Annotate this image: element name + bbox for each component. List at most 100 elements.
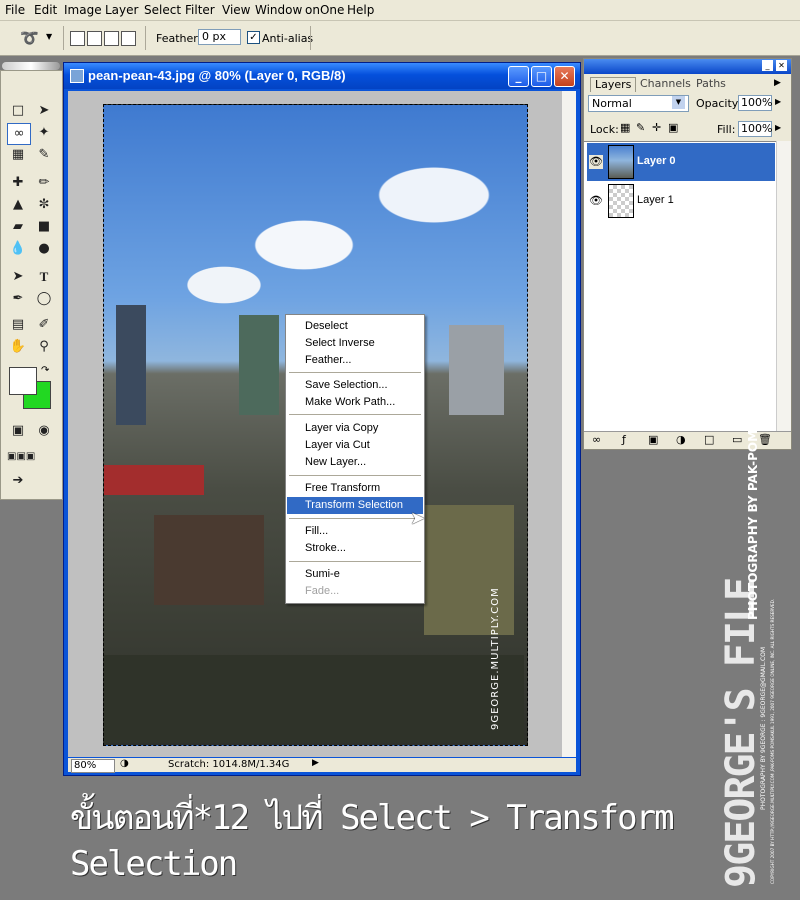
menu-layer[interactable]: Layer [105, 3, 138, 17]
visibility-eye-icon[interactable]: 👁 [589, 155, 603, 169]
lock-image-icon[interactable]: ✎ [636, 121, 645, 134]
eraser-tool-icon[interactable]: ▰ [7, 217, 29, 237]
history-brush-icon[interactable]: ✼ [33, 195, 55, 215]
path-select-icon[interactable]: ➤ [7, 267, 29, 287]
lock-transparent-icon[interactable]: ▦ [620, 121, 630, 134]
standard-mode-icon[interactable]: ▣ [7, 421, 29, 441]
screen-mode-icon[interactable]: ▣▣▣ [7, 447, 35, 467]
stamp-tool-icon[interactable]: ▲ [7, 195, 29, 215]
opacity-input[interactable]: 100% [738, 95, 772, 111]
menu-view[interactable]: View [222, 3, 250, 17]
menu-edit[interactable]: Edit [34, 3, 57, 17]
lasso-icon[interactable]: ∞ [7, 123, 31, 145]
antialias-checkbox[interactable]: ✓ [247, 31, 260, 44]
jump-to-imageready-icon[interactable]: ➔ [7, 471, 29, 491]
minimize-icon[interactable]: _ [508, 66, 529, 87]
new-group-icon[interactable]: □ [704, 433, 714, 446]
menu-bar: File Edit Image Layer Select Filter View… [0, 0, 800, 21]
blend-chevron-down-icon[interactable]: ▼ [672, 96, 685, 109]
menu-item-sumi-e[interactable]: Sumi-e [287, 566, 423, 583]
tab-channels[interactable]: Channels [636, 77, 695, 91]
status-toggle-icon[interactable]: ◑ [120, 758, 129, 769]
notes-tool-icon[interactable]: ▤ [7, 315, 29, 335]
close-icon[interactable]: ✕ [554, 66, 575, 87]
panel-menu-icon[interactable]: ▶ [774, 78, 781, 88]
menu-item-feather[interactable]: Feather... [287, 352, 423, 369]
dodge-tool-icon[interactable]: ● [33, 239, 55, 259]
hand-tool-icon[interactable]: ✋ [7, 337, 29, 357]
tab-paths[interactable]: Paths [692, 77, 730, 91]
add-selection-icon[interactable] [87, 31, 102, 46]
layers-scrollbar[interactable] [776, 141, 791, 431]
layers-panel-header[interactable]: _ ✕ [584, 59, 791, 74]
move-tool-icon[interactable]: ➤ [33, 101, 55, 121]
status-arrow-icon[interactable]: ▶ [312, 758, 319, 768]
tab-layers[interactable]: Layers [590, 77, 637, 92]
menu-help[interactable]: Help [347, 3, 374, 17]
fill-arrow-icon[interactable]: ▶ [775, 123, 781, 132]
new-selection-icon[interactable] [70, 31, 85, 46]
feather-input[interactable]: 0 px [198, 29, 241, 45]
menu-filter[interactable]: Filter [185, 3, 215, 17]
pen-tool-icon[interactable]: ✒ [7, 289, 29, 309]
menu-item-new-layer[interactable]: New Layer... [287, 454, 423, 471]
foreground-swatch[interactable] [9, 367, 37, 395]
shape-tool-icon[interactable]: ◯ [33, 289, 55, 309]
visibility-eye-icon[interactable]: 👁 [589, 194, 603, 208]
layer-row-0[interactable]: 👁 Layer 0 [587, 143, 775, 181]
menu-item-deselect[interactable]: Deselect [287, 318, 423, 335]
marquee-tool-icon[interactable]: □ [7, 101, 29, 121]
fill-input[interactable]: 100% [738, 121, 772, 137]
healing-brush-icon[interactable]: ✚ [7, 173, 29, 193]
layer-row-1[interactable]: 👁 Layer 1 [587, 182, 775, 220]
maximize-icon[interactable]: □ [531, 66, 552, 87]
swap-colors-icon[interactable]: ↷ [41, 365, 49, 376]
menu-item-fill[interactable]: Fill... [287, 523, 423, 540]
menu-image[interactable]: Image [64, 3, 102, 17]
type-tool-icon[interactable]: T [33, 267, 55, 287]
lock-all-icon[interactable]: ▣ [668, 121, 678, 134]
new-layer-icon[interactable]: ▭ [732, 433, 742, 446]
subtract-selection-icon[interactable] [104, 31, 119, 46]
menu-item-select-inverse[interactable]: Select Inverse [287, 335, 423, 352]
chevron-down-icon[interactable]: ▼ [46, 32, 52, 41]
opacity-arrow-icon[interactable]: ▶ [775, 97, 781, 106]
zoom-level[interactable]: 80% [71, 759, 115, 773]
panel-minimize-icon[interactable]: _ [762, 60, 773, 71]
photo-watermark: 9GEORGE.MULTIPLY.COM [490, 587, 501, 730]
eyedropper-icon[interactable]: ✐ [33, 315, 55, 335]
magic-wand-icon[interactable]: ✦ [33, 123, 55, 143]
menu-item-make-work-path[interactable]: Make Work Path... [287, 394, 423, 411]
intersect-selection-icon[interactable] [121, 31, 136, 46]
crop-tool-icon[interactable]: ▦ [7, 145, 29, 165]
menu-item-free-transform[interactable]: Free Transform [287, 480, 423, 497]
lasso-tool-icon[interactable]: ➰ [20, 29, 39, 47]
fill-label: Fill: [717, 123, 736, 136]
menu-item-layer-via-cut[interactable]: Layer via Cut [287, 437, 423, 454]
vertical-scrollbar[interactable] [562, 91, 576, 757]
menu-item-transform-selection[interactable]: Transform Selection [287, 497, 423, 514]
quickmask-mode-icon[interactable]: ◉ [33, 421, 55, 441]
brush-tool-icon[interactable]: ✏ [33, 173, 55, 193]
zoom-tool-icon[interactable]: ⚲ [33, 337, 55, 357]
link-layers-icon[interactable]: ∞ [592, 433, 601, 446]
menu-file[interactable]: File [5, 3, 25, 17]
slice-tool-icon[interactable]: ✎ [33, 145, 55, 165]
blur-tool-icon[interactable]: 💧 [7, 239, 29, 259]
menu-window[interactable]: Window [255, 3, 302, 17]
layer-name[interactable]: Layer 1 [637, 194, 674, 206]
menu-onone[interactable]: onOne [305, 3, 344, 17]
panel-close-icon[interactable]: ✕ [776, 60, 787, 71]
trash-icon[interactable]: 🗑 [758, 433, 772, 446]
gradient-tool-icon[interactable]: ■ [33, 217, 55, 237]
lock-position-icon[interactable]: ✛ [652, 121, 661, 134]
menu-select[interactable]: Select [144, 3, 181, 17]
layer-name[interactable]: Layer 0 [637, 155, 676, 167]
document-titlebar[interactable]: pean-pean-43.jpg @ 80% (Layer 0, RGB/8) … [64, 63, 580, 89]
layer-style-icon[interactable]: ƒ [622, 433, 626, 446]
menu-item-stroke[interactable]: Stroke... [287, 540, 423, 557]
menu-item-save-selection[interactable]: Save Selection... [287, 377, 423, 394]
layer-mask-icon[interactable]: ▣ [648, 433, 658, 446]
menu-item-layer-via-copy[interactable]: Layer via Copy [287, 420, 423, 437]
adjustment-layer-icon[interactable]: ◑ [676, 433, 686, 446]
